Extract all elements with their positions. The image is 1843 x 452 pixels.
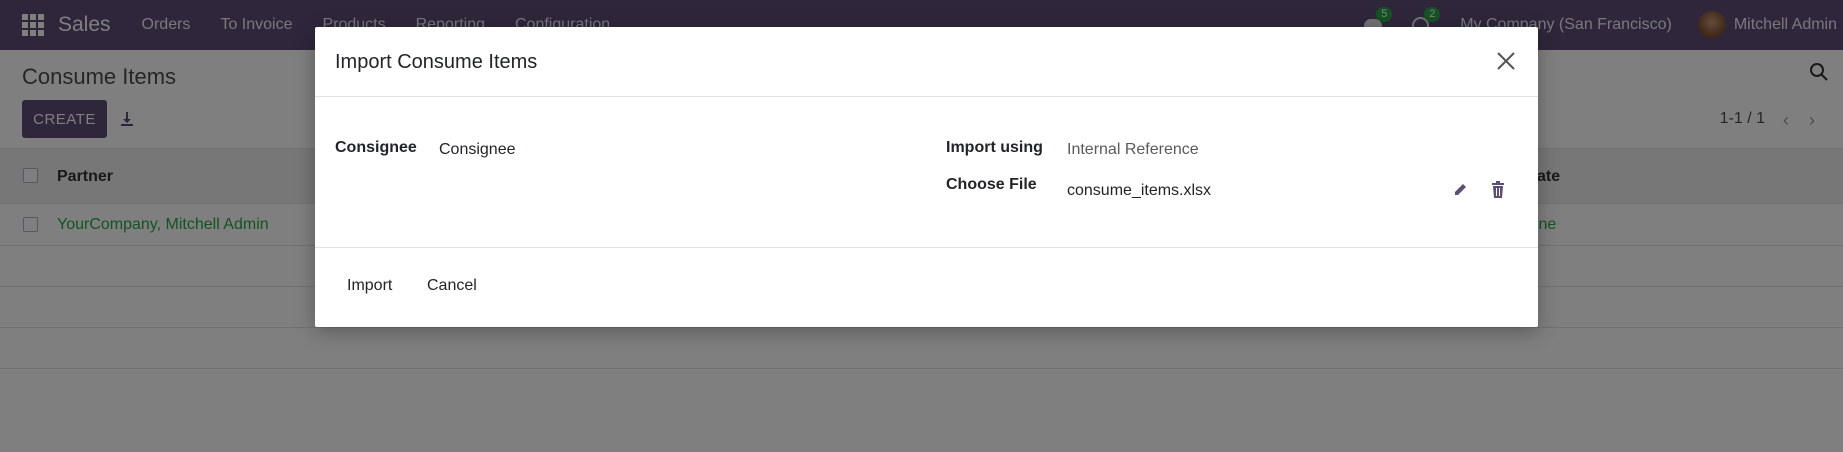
modal-footer: Import Cancel xyxy=(315,248,1538,327)
consignee-label: Consignee xyxy=(335,139,417,156)
trash-icon[interactable] xyxy=(1491,181,1505,198)
import-using-field[interactable]: Internal Reference xyxy=(1067,141,1199,159)
import-dialog: Import Consume Items Consignee Consignee… xyxy=(315,27,1538,327)
cancel-button[interactable]: Cancel xyxy=(427,277,477,295)
modal-title: Import Consume Items xyxy=(335,51,538,73)
modal-body: Consignee Consignee Import using Interna… xyxy=(315,97,1538,248)
pencil-icon[interactable] xyxy=(1452,182,1468,198)
choose-file-label: Choose File xyxy=(946,176,1037,193)
modal-header: Import Consume Items xyxy=(315,27,1538,97)
import-using-label: Import using xyxy=(946,139,1043,156)
close-icon[interactable] xyxy=(1494,49,1518,73)
consignee-field[interactable]: Consignee xyxy=(439,141,516,159)
import-button[interactable]: Import xyxy=(347,277,392,295)
file-name: consume_items.xlsx xyxy=(1067,182,1212,199)
